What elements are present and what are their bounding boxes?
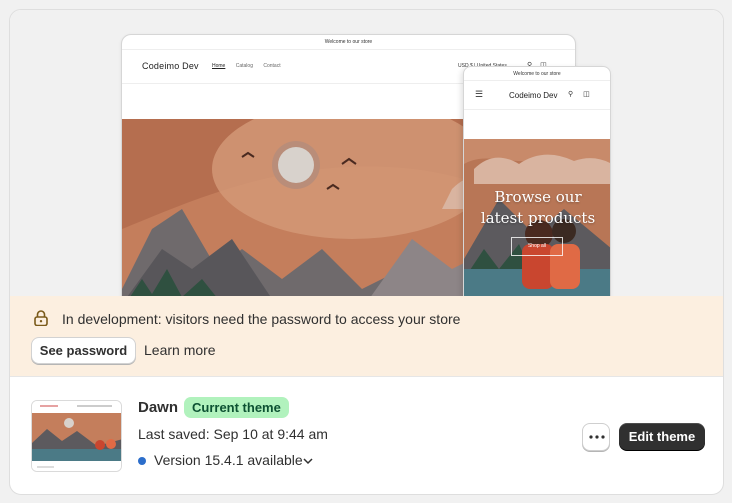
mobile-announcement-bar: Welcome to our store — [464, 67, 610, 81]
store-nav: Home Catalog Contact — [212, 63, 290, 69]
announcement-bar: Welcome to our store — [122, 35, 575, 50]
more-actions-button[interactable] — [582, 423, 610, 451]
mobile-banner-heading: Browse our latest products — [464, 187, 610, 229]
banner-heading-line2: latest products — [480, 209, 596, 227]
menu-icon: ☰ — [475, 89, 484, 99]
mobile-preview: Welcome to our store ☰ Codeimo Dev ⚲ ◫ B… — [463, 66, 611, 296]
banner-heading-line1: Browse our — [494, 188, 582, 206]
theme-thumbnail — [31, 400, 122, 472]
nav-home: Home — [212, 63, 226, 69]
theme-preview: Welcome to our store Codeimo Dev Home Ca… — [10, 10, 723, 296]
last-saved: Last saved: Sep 10 at 9:44 am — [138, 426, 328, 442]
mobile-header-icons: ⚲ ◫ — [568, 90, 590, 98]
notice-message: In development: visitors need the passwo… — [62, 311, 461, 327]
theme-name: Dawn — [138, 399, 179, 416]
mobile-header: ☰ Codeimo Dev ⚲ ◫ — [464, 81, 610, 110]
nav-catalog: Catalog — [235, 63, 253, 69]
nav-contact: Contact — [263, 63, 281, 69]
thumbnail-illustration — [32, 401, 121, 471]
version-status-dot — [138, 457, 146, 465]
learn-more-link[interactable]: Learn more — [144, 342, 216, 358]
see-password-button[interactable]: See password — [31, 337, 136, 364]
theme-card: Welcome to our store Codeimo Dev Home Ca… — [9, 9, 724, 495]
search-icon: ⚲ — [568, 91, 574, 98]
mobile-store-logo: Codeimo Dev — [509, 91, 558, 100]
store-logo: Codeimo Dev — [142, 61, 199, 71]
ellipsis-icon — [589, 435, 605, 439]
password-notice: In development: visitors need the passwo… — [10, 296, 723, 377]
shop-all-button: Shop all — [511, 237, 563, 256]
chevron-down-icon[interactable] — [303, 457, 313, 465]
lock-icon — [34, 310, 48, 326]
cart-icon: ◫ — [583, 91, 590, 98]
edit-theme-button[interactable]: Edit theme — [619, 423, 705, 450]
version-text: Version 15.4.1 available — [154, 452, 303, 468]
current-theme-badge: Current theme — [184, 397, 289, 418]
